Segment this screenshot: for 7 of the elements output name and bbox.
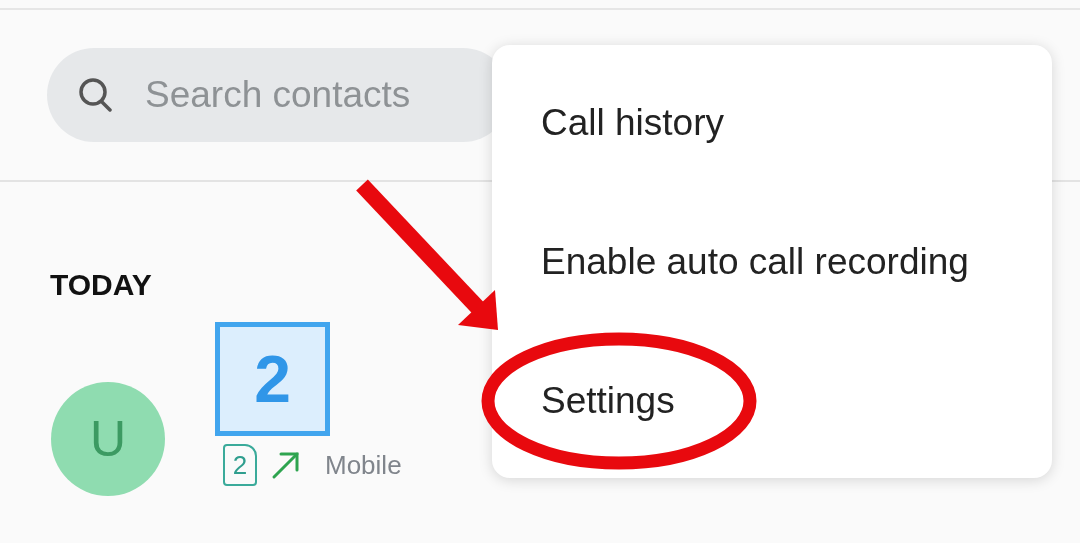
sim-card-icon: 2	[223, 444, 257, 486]
menu-item[interactable]: Call history	[541, 101, 724, 144]
menu-item[interactable]: Settings	[541, 379, 675, 422]
section-header: TODAY	[50, 268, 152, 302]
step-label: 2	[215, 322, 330, 436]
menu-item[interactable]: Enable auto call recording	[541, 240, 969, 283]
number-type: Mobile	[325, 449, 402, 481]
